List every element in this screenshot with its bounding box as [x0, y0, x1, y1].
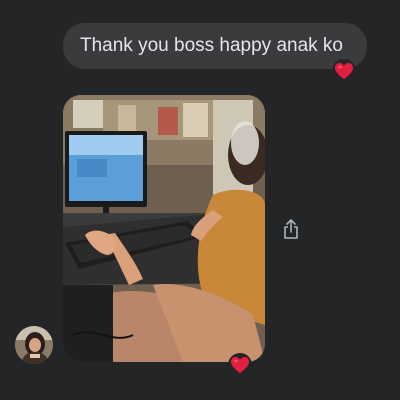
message-text: Thank you boss happy anak ko — [80, 35, 344, 56]
heart-reaction[interactable] — [332, 59, 356, 83]
message-bubble[interactable]: Thank you boss happy anak ko — [63, 23, 367, 69]
avatar[interactable] — [15, 326, 53, 364]
share-icon — [284, 219, 298, 239]
share-button[interactable] — [278, 216, 304, 242]
message-thread: Thank you boss happy anak ko — [0, 0, 400, 400]
heart-icon — [335, 63, 353, 79]
photo-heart-reaction[interactable] — [228, 353, 252, 377]
heart-icon — [231, 357, 249, 373]
photo-image — [63, 95, 265, 362]
avatar-image — [15, 326, 53, 364]
photo-attachment[interactable] — [63, 95, 265, 362]
